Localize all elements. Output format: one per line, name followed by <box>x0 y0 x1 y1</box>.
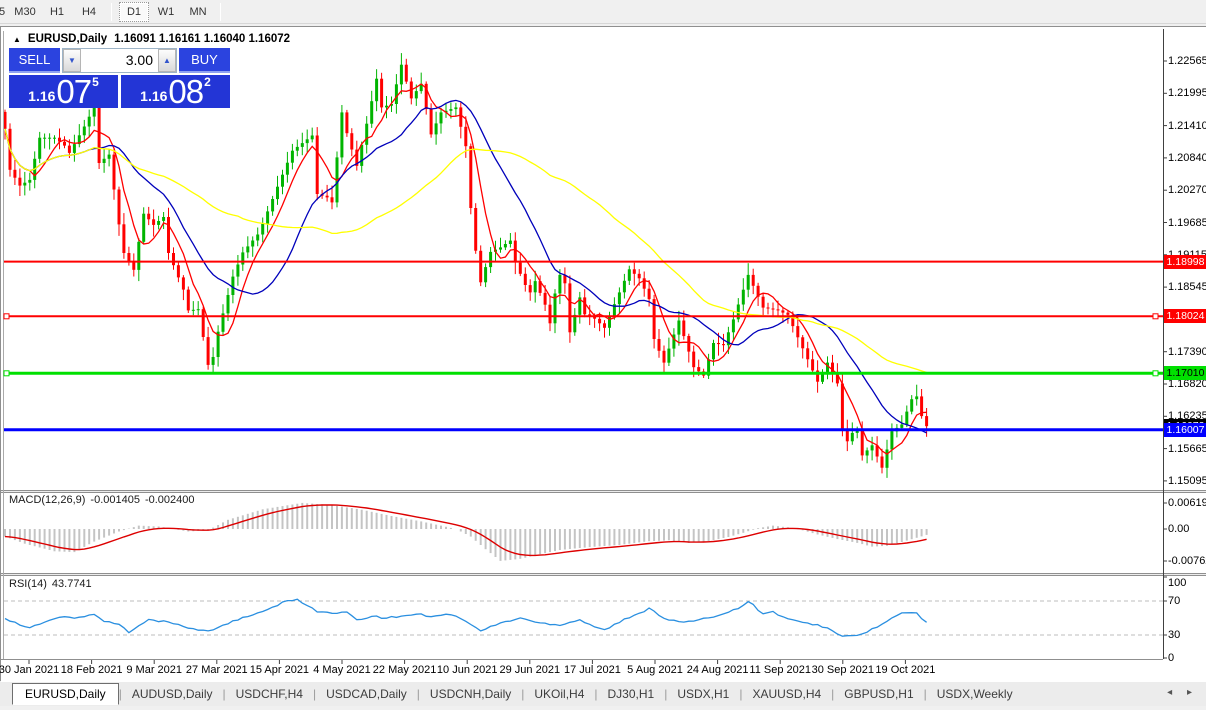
timeframe-button-mn[interactable]: MN <box>183 2 213 22</box>
hline-price-label[interactable]: 1.17010 <box>1164 366 1206 380</box>
chart-canvas[interactable] <box>1 27 1206 682</box>
chart-tab-usdcad-daily[interactable]: USDCAD,Daily <box>316 684 417 704</box>
price-axis-tick: 1.21410 <box>1168 120 1206 132</box>
rsi-value: 43.7741 <box>52 578 92 590</box>
date-axis-label: 5 Aug 2021 <box>627 664 683 676</box>
price-axis-tick: 1.22565 <box>1168 55 1206 67</box>
chart-tab-ukoil-h4[interactable]: UKOil,H4 <box>524 684 594 704</box>
timeframe-button-m30[interactable]: M30 <box>10 2 40 22</box>
price-axis-tick: 1.20270 <box>1168 184 1206 196</box>
hline-price-label[interactable]: 1.18024 <box>1164 309 1206 323</box>
timeframe-button-d1[interactable]: D1 <box>119 2 149 22</box>
chart-tab-usdchf-h4[interactable]: USDCHF,H4 <box>226 684 313 704</box>
chart-ohlc-values: 1.16091 1.16161 1.16040 1.16072 <box>114 33 290 45</box>
tab-scroll-arrows[interactable]: ◂ ▸ <box>1167 687 1198 698</box>
rsi-name: RSI(14) <box>9 578 47 590</box>
volume-input[interactable]: 3.00 <box>81 49 158 72</box>
date-axis-label: 9 Mar 2021 <box>126 664 182 676</box>
timeframe-button-w1[interactable]: W1 <box>151 2 181 22</box>
buy-price-prefix: 1.16 <box>140 88 167 104</box>
rsi-axis-tick: 30 <box>1168 629 1206 641</box>
timeframe-button-h4[interactable]: H4 <box>74 2 104 22</box>
chart-symbol-title: EURUSD,Daily <box>28 33 107 45</box>
rsi-axis-tick: 0 <box>1168 652 1206 664</box>
price-axis-tick: 1.17390 <box>1168 346 1206 358</box>
chart-tab-usdx-weekly[interactable]: USDX,Weekly <box>927 684 1023 704</box>
timeframe-toolbar: 5M30H1H4 D1W1MN <box>0 0 1206 24</box>
price-axis-tick: 1.20840 <box>1168 152 1206 164</box>
chart-tab-eurusd-daily[interactable]: EURUSD,Daily <box>12 683 119 705</box>
rsi-label: RSI(14) 43.7741 <box>9 578 92 590</box>
date-axis-label: 24 Aug 2021 <box>687 664 749 676</box>
sell-price-pip: 5 <box>92 75 99 89</box>
sell-button[interactable]: SELL <box>9 48 60 73</box>
chart-tab-usdcnh-daily[interactable]: USDCNH,Daily <box>420 684 521 704</box>
macd-axis-tick: 0.00 <box>1168 523 1206 535</box>
volume-decrease-icon[interactable]: ▼ <box>63 49 81 72</box>
date-axis-label: 22 May 2021 <box>373 664 437 676</box>
price-axis-tick: 1.21995 <box>1168 87 1206 99</box>
date-axis-label: 15 Apr 2021 <box>250 664 309 676</box>
one-click-trade-panel: SELL ▼ 3.00 ▲ BUY 1.16 07 5 1.16 08 2 <box>9 48 230 108</box>
buy-price-pip: 2 <box>204 75 211 89</box>
date-axis-label: 4 May 2021 <box>313 664 370 676</box>
buy-price-big: 08 <box>168 77 203 107</box>
timeframe-button-5[interactable]: 5 <box>0 2 8 22</box>
toolbar-separator <box>111 3 112 21</box>
collapse-arrow-icon[interactable]: ▲ <box>13 35 21 44</box>
macd-name: MACD(12,26,9) <box>9 494 85 506</box>
hline-price-label[interactable]: 1.16007 <box>1164 423 1206 437</box>
price-axis-tick: 1.15095 <box>1168 475 1206 487</box>
volume-increase-icon[interactable]: ▲ <box>158 49 176 72</box>
date-axis-label: 30 Jan 2021 <box>0 664 59 676</box>
chart-tab-xauusd-h4[interactable]: XAUUSD,H4 <box>742 684 831 704</box>
macd-axis-tick: -0.00762 <box>1168 555 1206 567</box>
price-axis-tick: 1.18545 <box>1168 281 1206 293</box>
price-axis-tick: 1.15665 <box>1168 443 1206 455</box>
rsi-axis-tick: 100 <box>1168 577 1206 589</box>
chart-tab-usdx-h1[interactable]: USDX,H1 <box>667 684 739 704</box>
sell-quote[interactable]: 1.16 07 5 <box>9 75 118 108</box>
toolbar-separator <box>220 3 221 21</box>
date-axis-label: 11 Sep 2021 <box>749 664 811 676</box>
date-axis-label: 10 Jun 2021 <box>437 664 498 676</box>
date-axis-label: 30 Sep 2021 <box>812 664 874 676</box>
price-axis-tick: 1.19685 <box>1168 217 1206 229</box>
chart-tabbar: EURUSD,Daily|AUDUSD,Daily|USDCHF,H4|USDC… <box>0 682 1206 706</box>
date-axis-label: 17 Jul 2021 <box>564 664 621 676</box>
sell-price-prefix: 1.16 <box>28 88 55 104</box>
timeframe-button-h1[interactable]: H1 <box>42 2 72 22</box>
chart-window: ▲ EURUSD,Daily 1.16091 1.16161 1.16040 1… <box>0 26 1206 681</box>
macd-value: -0.001405 <box>90 494 140 506</box>
macd-label: MACD(12,26,9) -0.001405 -0.002400 <box>9 494 195 506</box>
macd-signal-value: -0.002400 <box>145 494 195 506</box>
chart-tab-audusd-daily[interactable]: AUDUSD,Daily <box>122 684 223 704</box>
date-axis-label: 27 Mar 2021 <box>186 664 248 676</box>
buy-button[interactable]: BUY <box>179 48 230 73</box>
volume-spinner: ▼ 3.00 ▲ <box>62 48 177 73</box>
rsi-axis-tick: 70 <box>1168 595 1206 607</box>
sell-price-big: 07 <box>56 77 91 107</box>
bottom-strip <box>0 706 1206 710</box>
date-axis-label: 18 Feb 2021 <box>61 664 123 676</box>
buy-quote[interactable]: 1.16 08 2 <box>121 75 230 108</box>
hline-price-label[interactable]: 1.18998 <box>1164 255 1206 269</box>
chart-title: ▲ EURUSD,Daily 1.16091 1.16161 1.16040 1… <box>13 33 290 45</box>
chart-tab-gbpusd-h1[interactable]: GBPUSD,H1 <box>834 684 923 704</box>
chart-tab-dj30-h1[interactable]: DJ30,H1 <box>598 684 665 704</box>
date-axis-label: 29 Jun 2021 <box>500 664 561 676</box>
macd-axis-tick: 0.006193 <box>1168 497 1206 509</box>
date-axis-label: 19 Oct 2021 <box>875 664 935 676</box>
